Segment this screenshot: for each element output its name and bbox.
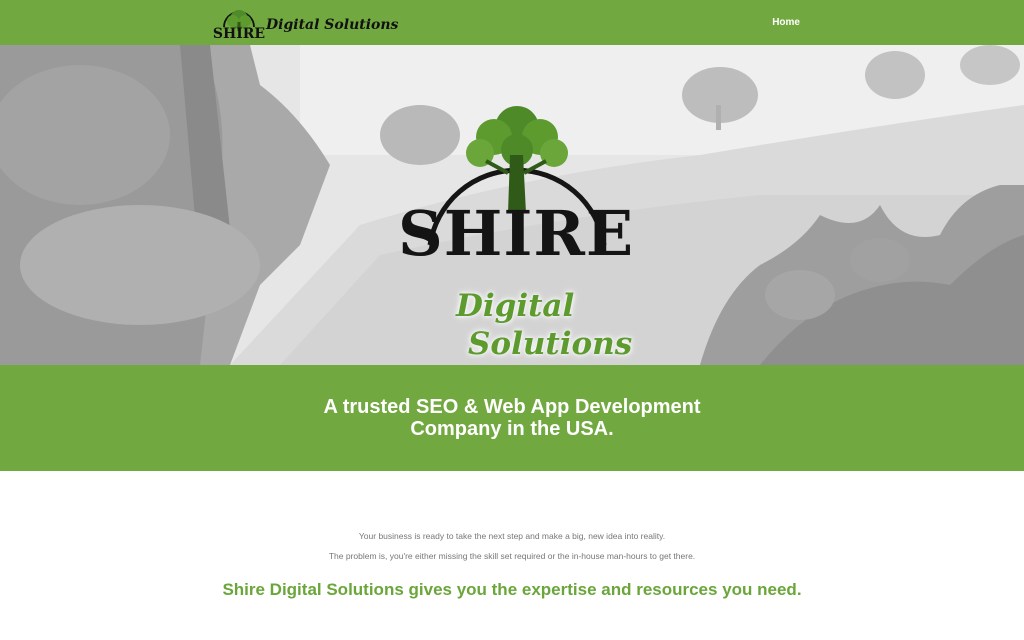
header-logo-text: Digital Solutions (266, 17, 399, 33)
main-nav: Home (772, 0, 800, 45)
tree-icon: SHIRE (213, 10, 265, 41)
tagline-heading: A trusted SEO & Web App Development Comp… (323, 396, 701, 440)
header-logo-mark: SHIRE (213, 26, 265, 41)
hero-logo-line2: Solutions (468, 326, 633, 362)
hero-banner: SHIRE Digital Solutions (0, 45, 1024, 365)
hero-logo: SHIRE Digital Solutions (390, 95, 640, 365)
nav-home-link[interactable]: Home (772, 17, 800, 28)
hero-logo-line1: Digital (456, 288, 575, 324)
intro-section: Your business is ready to take the next … (0, 471, 1024, 640)
header-logo[interactable]: SHIRE Digital Solutions (212, 5, 398, 41)
intro-headline: Shire Digital Solutions gives you the ex… (222, 580, 802, 599)
site-header: SHIRE Digital Solutions Home (0, 0, 1024, 45)
intro-paragraph-1: Your business is ready to take the next … (358, 531, 666, 541)
intro-paragraph-2: The problem is, you're either missing th… (328, 551, 696, 561)
tagline-band: A trusted SEO & Web App Development Comp… (0, 365, 1024, 471)
hero-logo-word: SHIRE (398, 197, 635, 270)
